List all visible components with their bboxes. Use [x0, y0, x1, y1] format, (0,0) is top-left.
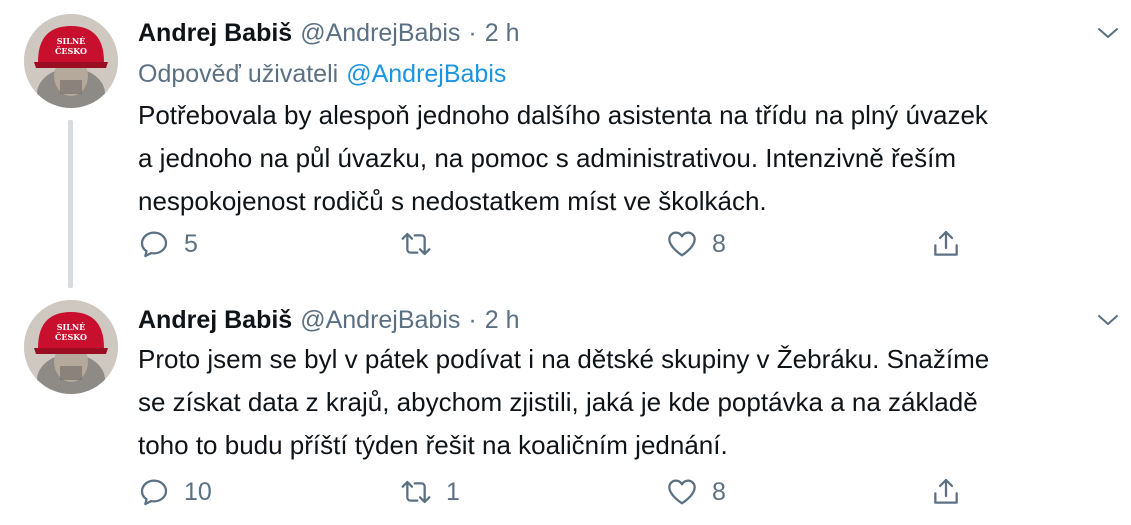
tweet-text: Potřebovala by alespoň jednoho dalšího a…: [138, 100, 988, 216]
chevron-down-icon: [1098, 28, 1118, 38]
like-count: 8: [712, 477, 726, 506]
like-button[interactable]: 8: [666, 224, 726, 264]
author-handle[interactable]: @AndrejBabis: [300, 19, 460, 48]
separator-dot: ·: [468, 305, 477, 334]
share-icon: [934, 478, 958, 504]
more-options-button[interactable]: [1091, 16, 1125, 50]
timestamp[interactable]: 2 h: [485, 19, 520, 48]
avatar[interactable]: SILNÉ ČESKO: [24, 300, 118, 394]
like-icon: [668, 479, 696, 505]
like-count: 8: [712, 229, 726, 258]
retweet-icon: [401, 232, 431, 256]
like-button[interactable]: 8: [666, 472, 726, 512]
author-handle[interactable]: @AndrejBabis: [300, 306, 460, 335]
avatar-cap-text-2: ČESKO: [55, 46, 87, 56]
replying-to: Odpověď uživateli @AndrejBabis: [138, 60, 506, 89]
author-name[interactable]: Andrej Babiš: [138, 19, 292, 48]
retweet-button[interactable]: 1: [400, 472, 460, 512]
reply-button[interactable]: 5: [138, 224, 198, 264]
avatar-cap-text-1: SILNÉ: [57, 322, 86, 332]
thread-line: [68, 120, 73, 288]
replying-prefix: Odpověď uživateli: [138, 60, 339, 88]
reply-icon: [140, 479, 168, 506]
share-button[interactable]: [930, 224, 962, 264]
tweet-header: Andrej Babiš @AndrejBabis · 2 h: [138, 16, 519, 50]
chevron-down-icon: [1098, 315, 1118, 325]
tweet-header: Andrej Babiš @AndrejBabis · 2 h: [138, 303, 519, 337]
avatar[interactable]: SILNÉ ČESKO: [24, 14, 118, 108]
tweet-text: Proto jsem se byl v pátek podívat i na d…: [138, 344, 990, 460]
tweet-actions: 10 1 8: [138, 472, 1098, 512]
timestamp[interactable]: 2 h: [485, 306, 520, 335]
author-name[interactable]: Andrej Babiš: [138, 306, 292, 335]
reply-button[interactable]: 10: [138, 472, 212, 512]
avatar-cap-text-1: SILNÉ: [57, 36, 86, 46]
reply-icon: [140, 231, 168, 258]
reply-count: 10: [184, 477, 212, 506]
share-button[interactable]: [930, 472, 962, 512]
reply-count: 5: [184, 229, 198, 258]
share-icon: [934, 230, 958, 256]
avatar-cap-text-2: ČESKO: [55, 332, 87, 342]
retweet-icon: [401, 480, 431, 504]
more-options-button[interactable]: [1091, 303, 1125, 337]
retweet-count: 1: [446, 477, 460, 506]
like-icon: [668, 231, 696, 257]
retweet-button[interactable]: [400, 224, 446, 264]
replying-mention-link[interactable]: @AndrejBabis: [346, 60, 506, 88]
tweet-actions: 5 8: [138, 224, 1098, 264]
separator-dot: ·: [468, 18, 477, 47]
